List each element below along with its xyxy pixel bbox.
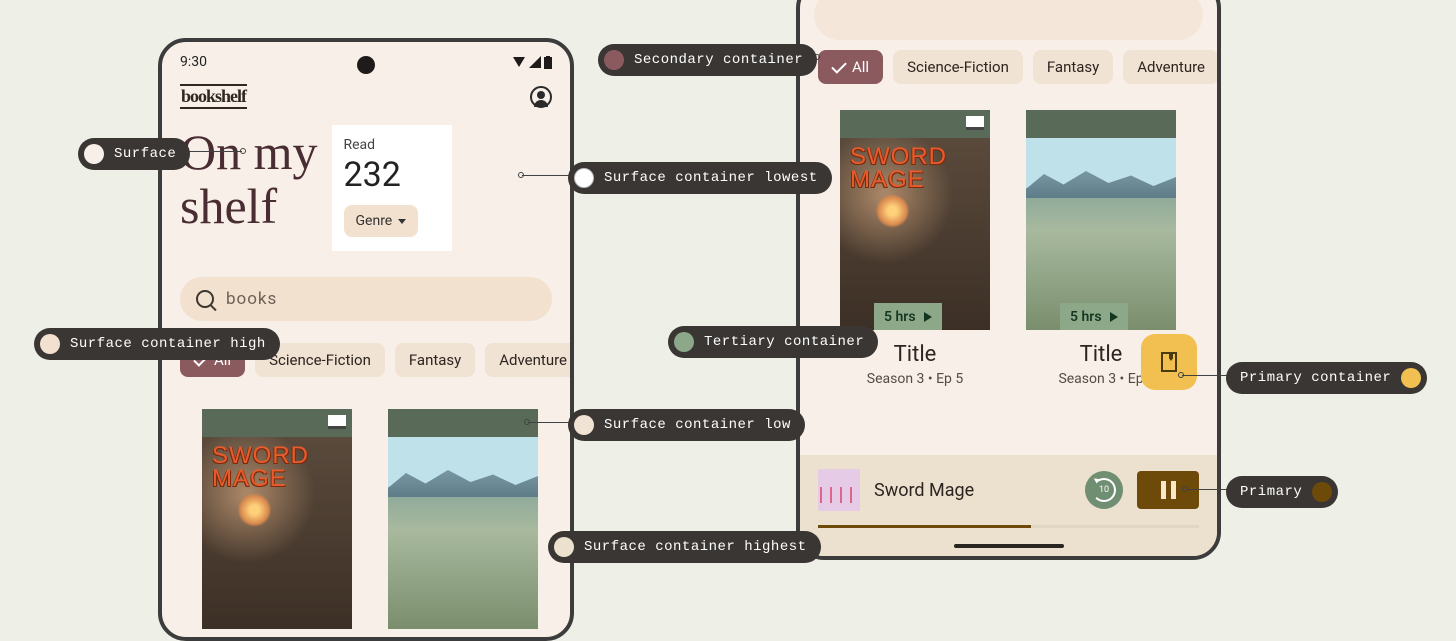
- account-icon[interactable]: [530, 86, 552, 108]
- annotation-sc-high: Surface container high: [34, 328, 280, 360]
- annotation-prim-cont: Primary container: [1226, 362, 1427, 394]
- chip-all-label-r: All: [852, 58, 869, 76]
- check-icon: [831, 58, 847, 74]
- hero-section: On my shelf Read 232 Genre: [162, 117, 570, 269]
- swatch-prim-cont: [1401, 368, 1421, 388]
- read-label: Read: [344, 137, 440, 153]
- search-input[interactable]: books: [180, 277, 552, 321]
- page-title-line2: shelf: [180, 178, 277, 234]
- annotation-tert-cont: Tertiary container: [668, 326, 878, 358]
- player-title: Sword Mage: [874, 480, 1071, 501]
- annotation-sc-low-label: Surface container low: [604, 417, 791, 433]
- search-input-collapsed[interactable]: [814, 0, 1203, 40]
- progress-bar[interactable]: [818, 525, 1199, 528]
- bookmark-icon: [966, 116, 984, 130]
- annotation-tert-cont-label: Tertiary container: [704, 334, 864, 350]
- annotation-primary: Primary: [1226, 476, 1338, 508]
- book-title-r1: Title: [894, 342, 937, 367]
- book-list: SWORDMAGE: [162, 387, 570, 629]
- annotation-sc-lowest-label: Surface container lowest: [604, 170, 818, 186]
- annotation-primary-label: Primary: [1240, 484, 1302, 500]
- cover-title-1: SWORDMAGE: [212, 445, 342, 491]
- player-thumbnail: [818, 469, 860, 511]
- book-card-2[interactable]: [388, 409, 538, 629]
- page-title-line1: On my: [180, 124, 318, 180]
- search-placeholder: books: [226, 289, 277, 309]
- filter-chips-right: All Science-Fiction Fantasy Adventure: [800, 46, 1217, 94]
- annotation-sc-lowest: Surface container lowest: [568, 162, 832, 194]
- book-sub-r1: Season 3 • Ep 5: [867, 371, 963, 387]
- swatch-primary: [1312, 482, 1332, 502]
- annotation-prim-cont-label: Primary container: [1240, 370, 1391, 386]
- book-title-r2: Title: [1080, 342, 1123, 367]
- bookmark-icon: [328, 415, 346, 429]
- genre-label: Genre: [356, 213, 393, 229]
- duration-tag-r1[interactable]: 5 hrs: [874, 303, 942, 330]
- book-cover-1: SWORDMAGE: [202, 409, 352, 629]
- play-icon: [1110, 312, 1118, 322]
- duration-text: 5 hrs: [884, 309, 916, 325]
- genre-dropdown[interactable]: Genre: [344, 205, 419, 237]
- swatch-sc-highest: [554, 537, 574, 557]
- now-playing-bar[interactable]: Sword Mage 10: [800, 455, 1217, 556]
- annotation-sc-highest: Surface container highest: [548, 531, 821, 563]
- home-indicator: [954, 544, 1064, 548]
- book-icon: [1161, 352, 1177, 372]
- pause-button[interactable]: [1137, 471, 1199, 509]
- battery-icon: [544, 56, 552, 69]
- book-cover-2: [388, 409, 538, 629]
- replay-10-button[interactable]: 10: [1085, 471, 1123, 509]
- status-icons: [512, 56, 552, 69]
- search-icon: [196, 290, 214, 308]
- duration-tag-r2[interactable]: 5 hrs: [1060, 303, 1128, 330]
- chip-fantasy[interactable]: Fantasy: [395, 343, 475, 377]
- play-icon: [924, 312, 932, 322]
- book-sub-r2: Season 3 • Ep: [1058, 371, 1143, 387]
- chip-fantasy-r[interactable]: Fantasy: [1033, 50, 1113, 84]
- read-count-card: Read 232 Genre: [332, 125, 452, 251]
- book-card-1[interactable]: SWORDMAGE: [202, 409, 352, 629]
- cover-title-r1: SWORDMAGE: [850, 146, 980, 192]
- annotation-sc-highest-label: Surface container highest: [584, 539, 807, 555]
- swatch-sec-cont: [604, 50, 624, 70]
- duration-text-r2: 5 hrs: [1070, 309, 1102, 325]
- status-time: 9:30: [180, 54, 207, 70]
- chip-all-r[interactable]: All: [818, 50, 883, 84]
- chevron-down-icon: [398, 219, 406, 224]
- app-header: bookshelf: [162, 76, 570, 117]
- wifi-icon: [512, 56, 526, 68]
- signal-icon: [529, 56, 541, 68]
- swatch-sc-low: [574, 415, 594, 435]
- annotation-surface-label: Surface: [114, 146, 176, 162]
- swatch-sc-lowest: [574, 168, 594, 188]
- annotation-sc-low: Surface container low: [568, 409, 805, 441]
- chip-adventure-r[interactable]: Adventure: [1123, 50, 1219, 84]
- swatch-surface: [84, 144, 104, 164]
- annotation-sec-cont-label: Secondary container: [634, 52, 803, 68]
- swatch-sc-high: [40, 334, 60, 354]
- chip-scifi-r[interactable]: Science-Fiction: [893, 50, 1023, 84]
- fab-bookmark[interactable]: [1141, 334, 1197, 390]
- annotation-surface: Surface: [78, 138, 190, 170]
- read-count: 232: [344, 155, 440, 195]
- annotation-sc-high-label: Surface container high: [70, 336, 266, 352]
- annotation-sec-cont: Secondary container: [598, 44, 817, 76]
- chip-adventure[interactable]: Adventure: [485, 343, 574, 377]
- phone-right-mockup: All Science-Fiction Fantasy Adventure SW…: [796, 0, 1221, 560]
- app-logo: bookshelf: [180, 84, 247, 109]
- swatch-tert-cont: [674, 332, 694, 352]
- camera-cutout: [357, 56, 375, 74]
- book-cover-r1: SWORDMAGE 5 hrs: [840, 110, 990, 330]
- page-title: On my shelf: [180, 125, 318, 233]
- status-bar: 9:30: [162, 42, 570, 76]
- book-cover-r2: 5 hrs: [1026, 110, 1176, 330]
